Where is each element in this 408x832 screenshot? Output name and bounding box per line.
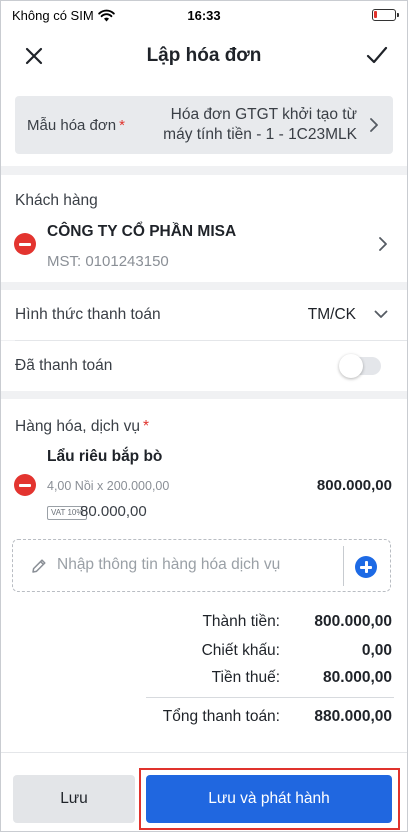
- payment-method-label: Hình thức thanh toán: [15, 306, 161, 323]
- goods-section-label: Hàng hóa, dịch vụ *: [15, 418, 149, 435]
- summary-tax-row: Tiền thuế: 80.000,00: [0, 669, 408, 693]
- invoice-template-label: Mẫu hóa đơn *: [27, 117, 125, 134]
- status-time: 16:33: [187, 8, 221, 23]
- summary-discount-row: Chiết khấu: 0,00: [0, 642, 408, 666]
- payment-method-value: TM/CK: [307, 306, 356, 323]
- payment-method-row[interactable]: Hình thức thanh toán TM/CK: [0, 290, 408, 340]
- toggle-knob: [339, 354, 363, 378]
- required-mark: *: [119, 117, 125, 134]
- total-value: 880.000,00: [314, 708, 392, 725]
- invoice-template-selector[interactable]: Mẫu hóa đơn * Hóa đơn GTGT khởi tạo từ má…: [15, 96, 393, 154]
- input-separator: [343, 546, 344, 586]
- add-goods-box: [12, 539, 391, 592]
- customer-section-label: Khách hàng: [15, 192, 98, 209]
- item-quantity-price: 4,00 Nồi x 200.000,00: [47, 479, 170, 493]
- tax-label: Tiền thuế:: [211, 669, 280, 686]
- required-mark: *: [142, 418, 149, 435]
- customer-name: CÔNG TY CỔ PHẦN MISA: [47, 223, 237, 240]
- battery-low-icon: [372, 9, 399, 21]
- remove-customer-button[interactable]: [14, 233, 36, 255]
- paid-toggle[interactable]: [339, 354, 381, 378]
- customer-tax-code: MST: 0101243150: [47, 253, 169, 270]
- check-icon[interactable]: [364, 42, 390, 68]
- subtotal-label: Thành tiền:: [202, 613, 280, 630]
- chevron-down-icon[interactable]: [374, 310, 388, 319]
- invoice-template-section: Mẫu hóa đơn * Hóa đơn GTGT khởi tạo từ má…: [0, 84, 408, 166]
- chevron-right-icon: [370, 118, 378, 132]
- discount-value: 0,00: [361, 642, 392, 659]
- tax-value: 80.000,00: [323, 669, 392, 686]
- item-vat-amount: 80.000,00: [80, 503, 147, 520]
- add-item-button[interactable]: [355, 556, 377, 578]
- page-title: Lập hóa đơn: [146, 45, 262, 66]
- bottom-action-bar: Lưu Lưu và phát hành: [0, 752, 408, 832]
- pencil-icon: [32, 559, 46, 573]
- paid-label: Đã thanh toán: [15, 357, 113, 374]
- summary-total-row: Tổng thanh toán: 880.000,00: [0, 708, 408, 732]
- remove-item-button[interactable]: [14, 474, 36, 496]
- save-button[interactable]: Lưu: [13, 775, 135, 823]
- invoice-template-value: Hóa đơn GTGT khởi tạo từ máy tính tiền -…: [163, 106, 357, 143]
- item-amount: 800.000,00: [316, 477, 392, 494]
- paid-row: Đã thanh toán: [0, 341, 408, 391]
- discount-label: Chiết khấu:: [201, 642, 280, 659]
- chevron-right-icon[interactable]: [378, 236, 388, 252]
- customer-section: Khách hàng CÔNG TY CỔ PHẦN MISA MST: 010…: [0, 175, 408, 282]
- summary-subtotal-row: Thành tiền: 800.000,00: [0, 613, 408, 637]
- summary-divider: [146, 697, 394, 698]
- goods-search-input[interactable]: [57, 556, 337, 574]
- item-name: Lẩu riêu bắp bò: [47, 448, 163, 465]
- subtotal-value: 800.000,00: [314, 613, 392, 630]
- status-bar: Không có SIM 16:33: [0, 0, 408, 30]
- nav-bar: Lập hóa đơn: [0, 30, 408, 84]
- save-and-publish-button[interactable]: Lưu và phát hành: [146, 775, 392, 823]
- total-label: Tổng thanh toán:: [162, 708, 280, 725]
